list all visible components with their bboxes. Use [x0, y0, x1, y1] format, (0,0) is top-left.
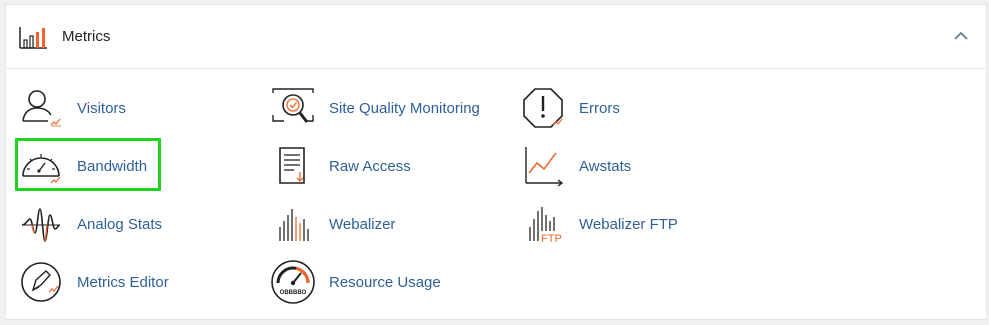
item-label: Webalizer [329, 215, 396, 233]
webalizer-bars-icon [279, 209, 309, 241]
item-label: Site Quality Monitoring [329, 99, 480, 117]
item-label: Analog Stats [77, 215, 163, 233]
metrics-editor-icon [21, 262, 61, 302]
item-label: Bandwidth [77, 157, 148, 175]
metrics-item-analog-stats[interactable]: Analog Stats [18, 201, 162, 247]
metrics-item-webalizer[interactable]: Webalizer [270, 201, 395, 247]
awstats-line-chart-icon [525, 147, 564, 187]
item-label: Errors [579, 99, 620, 117]
metrics-item-errors[interactable]: Errors [520, 85, 620, 131]
metrics-chart-icon [19, 27, 47, 49]
metrics-section-header[interactable]: Metrics [6, 5, 986, 69]
metrics-item-metrics-editor[interactable]: Metrics Editor [18, 259, 169, 305]
item-label: Raw Access [329, 157, 411, 175]
metrics-panel: Metrics Visitors Site Quality Monitoring [5, 4, 987, 320]
metrics-item-visitors[interactable]: Visitors [18, 85, 126, 131]
metrics-item-resource-usage[interactable]: OBBBBO Resource Usage [270, 259, 441, 305]
errors-icon [523, 88, 563, 128]
metrics-item-awstats[interactable]: Awstats [520, 143, 631, 189]
item-label: Resource Usage [329, 273, 441, 291]
item-label: Webalizer FTP [579, 215, 678, 233]
raw-access-document-icon [279, 147, 305, 184]
resource-usage-gauge-icon: OBBBBO [271, 260, 315, 304]
ftp-icon-text: FTP [541, 233, 562, 245]
item-label: Metrics Editor [77, 273, 169, 291]
visitors-icon [22, 90, 61, 127]
bandwidth-gauge-icon [22, 154, 61, 184]
item-label: Awstats [579, 157, 632, 175]
item-label: Visitors [77, 99, 126, 117]
metrics-item-raw-access[interactable]: Raw Access [270, 143, 411, 189]
analog-stats-wave-icon [21, 208, 61, 242]
resource-usage-icon-text: OBBBBO [280, 290, 307, 296]
chevron-up-icon[interactable] [954, 31, 968, 41]
metrics-item-site-quality-monitoring[interactable]: Site Quality Monitoring [270, 85, 480, 131]
metrics-item-webalizer-ftp[interactable]: FTP Webalizer FTP [520, 201, 678, 247]
webalizer-ftp-icon: FTP [529, 207, 562, 245]
site-quality-monitoring-icon [272, 88, 314, 123]
metrics-item-bandwidth[interactable]: Bandwidth [18, 143, 147, 189]
section-title: Metrics [62, 28, 111, 45]
